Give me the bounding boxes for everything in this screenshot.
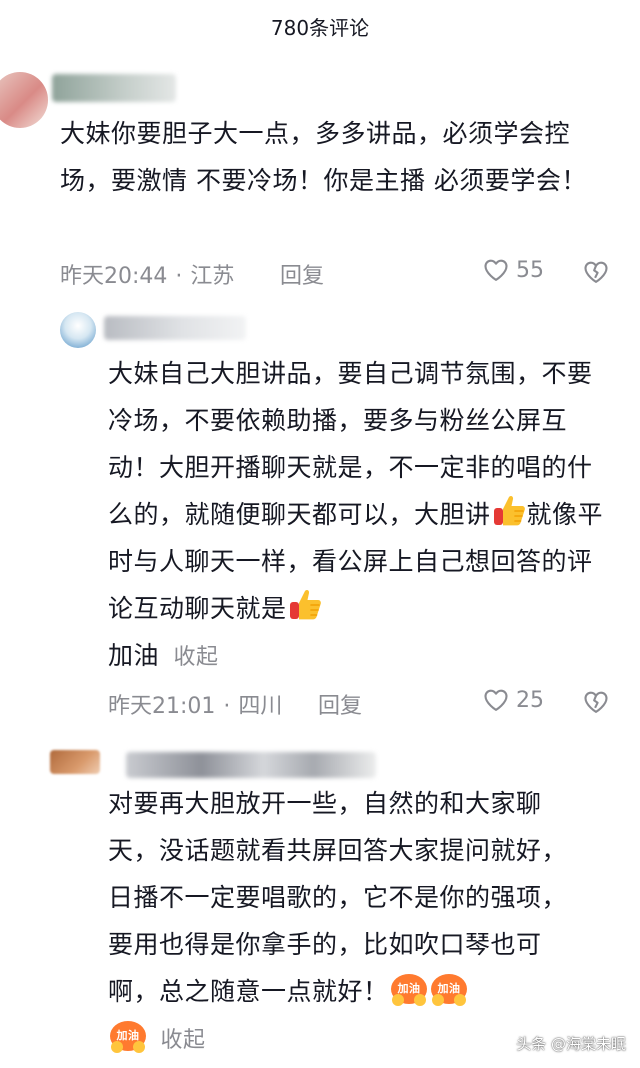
like-count: 25 [516, 687, 544, 713]
watermark-account: @海棠未眠 [550, 1035, 626, 1053]
jiayou-emoji: 加油 [389, 968, 429, 1008]
avatar[interactable] [0, 72, 48, 128]
separator-dot: · [175, 264, 183, 289]
comment-text: 大妹自己大胆讲品，要自己调节氛围，不要冷场，不要依赖助播，要多与粉丝公屏互动！大… [108, 350, 614, 681]
comment-location: 四川 [238, 694, 283, 719]
like-button[interactable]: 55 [482, 256, 544, 284]
watermark: 头条 @海棠未眠 [516, 1033, 626, 1054]
comment-meta: 昨天20:44 · 江苏 [60, 258, 234, 290]
collapse-button[interactable]: 收起 [160, 1028, 205, 1053]
broken-heart-icon[interactable] [582, 688, 610, 716]
jiayou-emoji-text: 加油 [436, 981, 460, 995]
like-count: 55 [516, 257, 544, 283]
comment-text: 对要再大胆放开一些，自然的和大家聊天，没话题就看共屏回答大家提问就好，日播不一定… [108, 780, 590, 1064]
comment-text-part-3: 加油 [108, 641, 160, 670]
comments-header: 780条评论 [0, 0, 640, 52]
broken-heart-icon[interactable] [582, 258, 610, 286]
comment-text: 大妹你要胆子大一点，多多讲品，必须学会控场，要激情 不要冷场！你是主播 必须要学… [60, 119, 587, 195]
comment-time: 昨天20:44 [60, 264, 168, 289]
jiayou-emoji: 加油 [429, 968, 469, 1008]
comment-time: 昨天21:01 [108, 694, 216, 719]
username-redacted[interactable] [104, 316, 246, 340]
heart-outline-icon [484, 689, 508, 711]
avatar[interactable] [60, 312, 96, 348]
watermark-platform: 头条 [516, 1035, 547, 1053]
reply-button[interactable]: 回复 [318, 688, 362, 720]
comment-count-title: 780条评论 [270, 16, 370, 40]
jiayou-emoji-text: 加油 [396, 981, 420, 995]
avatar[interactable] [50, 750, 100, 774]
comment-location: 江苏 [190, 264, 235, 289]
thumbs-up-emoji [493, 495, 525, 526]
jiayou-emoji: 加油 [108, 1015, 148, 1055]
comment-meta: 昨天21:01 · 四川 [108, 688, 282, 720]
thumbs-up-emoji [289, 589, 321, 620]
heart-outline-icon [484, 259, 508, 281]
username-redacted[interactable] [52, 74, 176, 102]
username-redacted[interactable] [126, 752, 376, 778]
reply-button[interactable]: 回复 [280, 258, 324, 290]
like-button[interactable]: 25 [482, 686, 544, 714]
comment-text-body: 对要再大胆放开一些，自然的和大家聊天，没话题就看共屏回答大家提问就好，日播不一定… [108, 789, 568, 1006]
jiayou-emoji-text: 加油 [116, 1028, 140, 1042]
separator-dot: · [223, 694, 231, 719]
collapse-button[interactable]: 收起 [173, 645, 218, 670]
